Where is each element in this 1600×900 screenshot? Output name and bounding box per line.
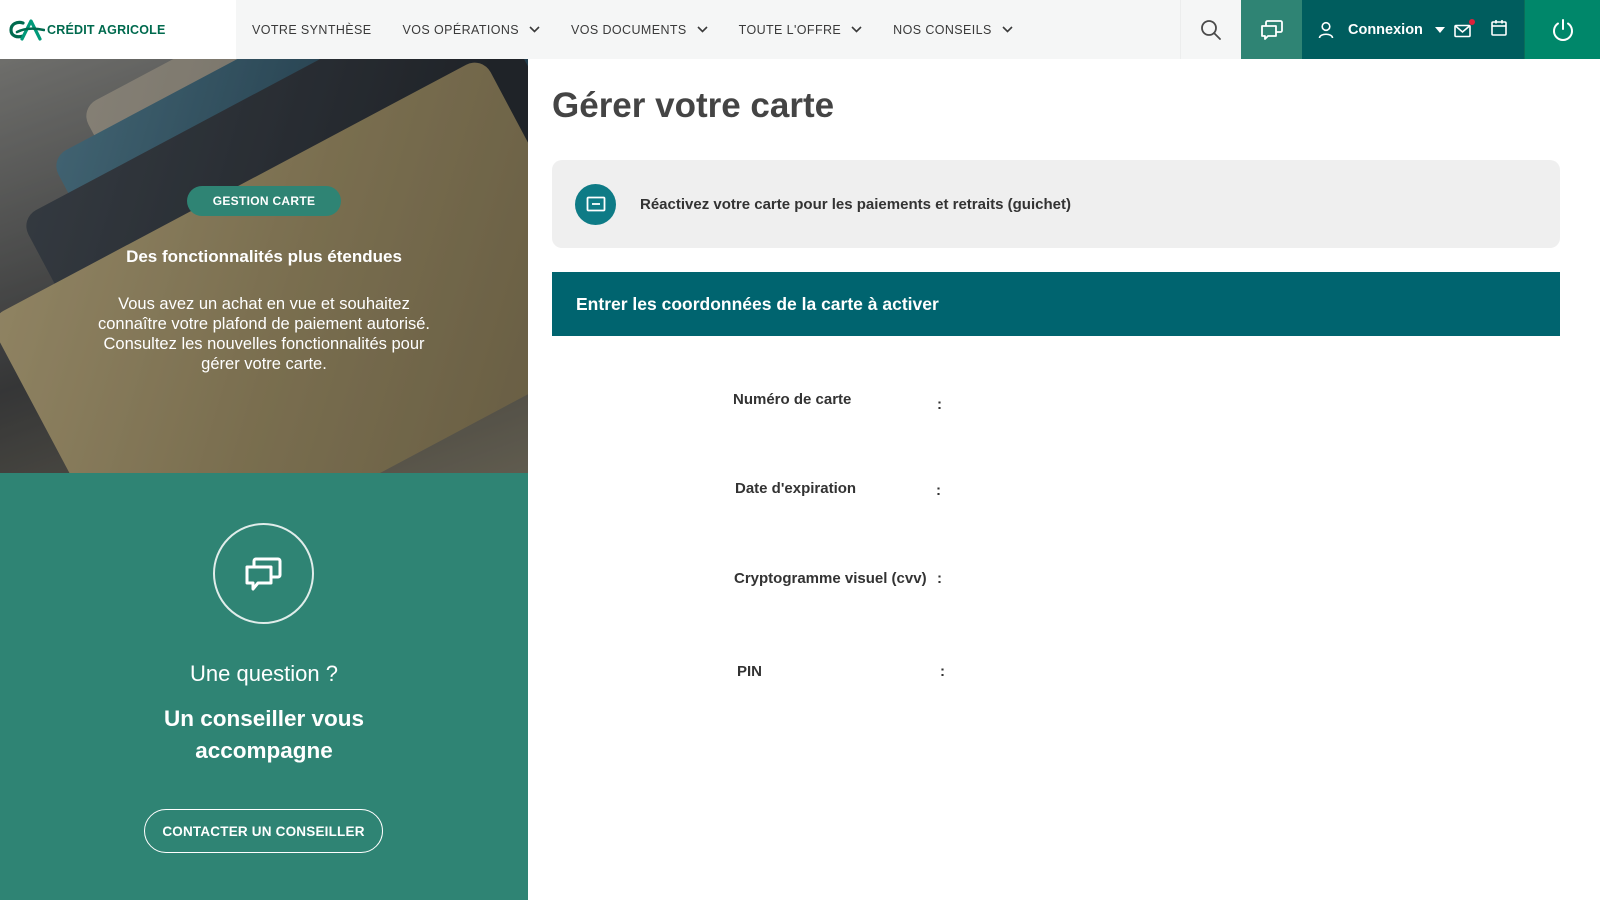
advisor-panel: Une question ? Un conseiller vous accomp… — [0, 473, 528, 900]
chevron-down-icon — [1002, 26, 1013, 33]
mail-button[interactable] — [1454, 18, 1475, 37]
nav-item-documents[interactable]: VOS DOCUMENTS — [571, 23, 708, 37]
nav-item-offre[interactable]: TOUTE L'OFFRE — [739, 23, 863, 37]
logo-text: CRÉDIT AGRICOLE — [47, 22, 166, 37]
chevron-down-icon — [529, 26, 540, 33]
card-number-label: Numéro de carte — [733, 391, 852, 408]
field-separator: : — [937, 396, 942, 413]
nav-item-label: VOS OPÉRATIONS — [402, 22, 520, 37]
info-notice: Réactivez votre carte pour les paiements… — [552, 160, 1560, 248]
chevron-down-icon — [851, 26, 862, 33]
notification-dot — [1468, 18, 1475, 25]
top-navigation-bar: CRÉDIT AGRICOLE VOTRE SYNTHÈSE VOS OPÉRA… — [0, 0, 1600, 59]
cvv-label: Cryptogramme visuel (cvv) — [734, 570, 927, 587]
connexion-label: Connexion — [1348, 21, 1423, 38]
advisor-chat-badge — [213, 523, 314, 624]
nav-item-conseils[interactable]: NOS CONSEILS — [893, 23, 1013, 37]
nav-item-label: NOS CONSEILS — [893, 22, 992, 37]
nav-item-label: VOTRE SYNTHÈSE — [252, 22, 372, 37]
logout-button[interactable] — [1524, 0, 1600, 59]
hero-text: Vous avez un achat en vue et souhaitez c… — [97, 295, 431, 373]
hero-content: GESTION CARTE Des fonctionnalités plus é… — [0, 59, 528, 473]
user-icon — [1318, 21, 1334, 38]
card-icon — [575, 183, 616, 225]
page-title: Gérer votre carte — [552, 86, 835, 125]
search-icon — [1201, 19, 1221, 40]
contact-advisor-button[interactable]: CONTACTER UN CONSEILLER — [144, 809, 383, 853]
advisor-question: Une question ? — [190, 661, 338, 686]
nav-item-operations[interactable]: VOS OPÉRATIONS — [403, 23, 541, 37]
calendar-icon — [1491, 20, 1507, 36]
hero-badge: GESTION CARTE — [187, 186, 341, 216]
calendar-button[interactable] — [1491, 19, 1507, 40]
hero-banner: GESTION CARTE Des fonctionnalités plus é… — [0, 59, 528, 473]
mail-icon — [1454, 24, 1471, 37]
info-text: Réactivez votre carte pour les paiements… — [640, 195, 1071, 213]
nav-item-label: TOUTE L'OFFRE — [738, 22, 842, 37]
expiry-date-label: Date d'expiration — [735, 480, 857, 497]
connexion-menu[interactable]: Connexion — [1302, 0, 1524, 59]
pin-label: PIN — [737, 663, 763, 680]
header-tools: Connexion — [1180, 0, 1600, 59]
chevron-down-icon — [697, 26, 708, 33]
hero-title: Des fonctionnalités plus étendues — [126, 247, 402, 266]
power-icon — [1552, 18, 1573, 41]
main-nav: VOTRE SYNTHÈSE VOS OPÉRATIONS VOS DOCUME… — [236, 0, 1044, 59]
field-separator: : — [936, 482, 941, 499]
brand-logo[interactable]: CRÉDIT AGRICOLE — [0, 0, 236, 59]
nav-item-synthese[interactable]: VOTRE SYNTHÈSE — [252, 23, 372, 37]
field-separator: : — [940, 663, 945, 680]
search-button[interactable] — [1180, 0, 1241, 59]
logo-mark-icon — [9, 18, 45, 41]
nav-item-label: VOS DOCUMENTS — [571, 22, 687, 37]
form-section-header: Entrer les coordonnées de la carte à act… — [552, 272, 1560, 336]
advisor-subtitle: Un conseiller vous accompagne — [163, 706, 365, 763]
chat-button[interactable] — [1241, 0, 1302, 59]
chat-icon — [245, 557, 281, 590]
field-separator: : — [937, 570, 942, 587]
caret-down-icon — [1434, 26, 1445, 33]
chat-icon — [1260, 19, 1283, 40]
